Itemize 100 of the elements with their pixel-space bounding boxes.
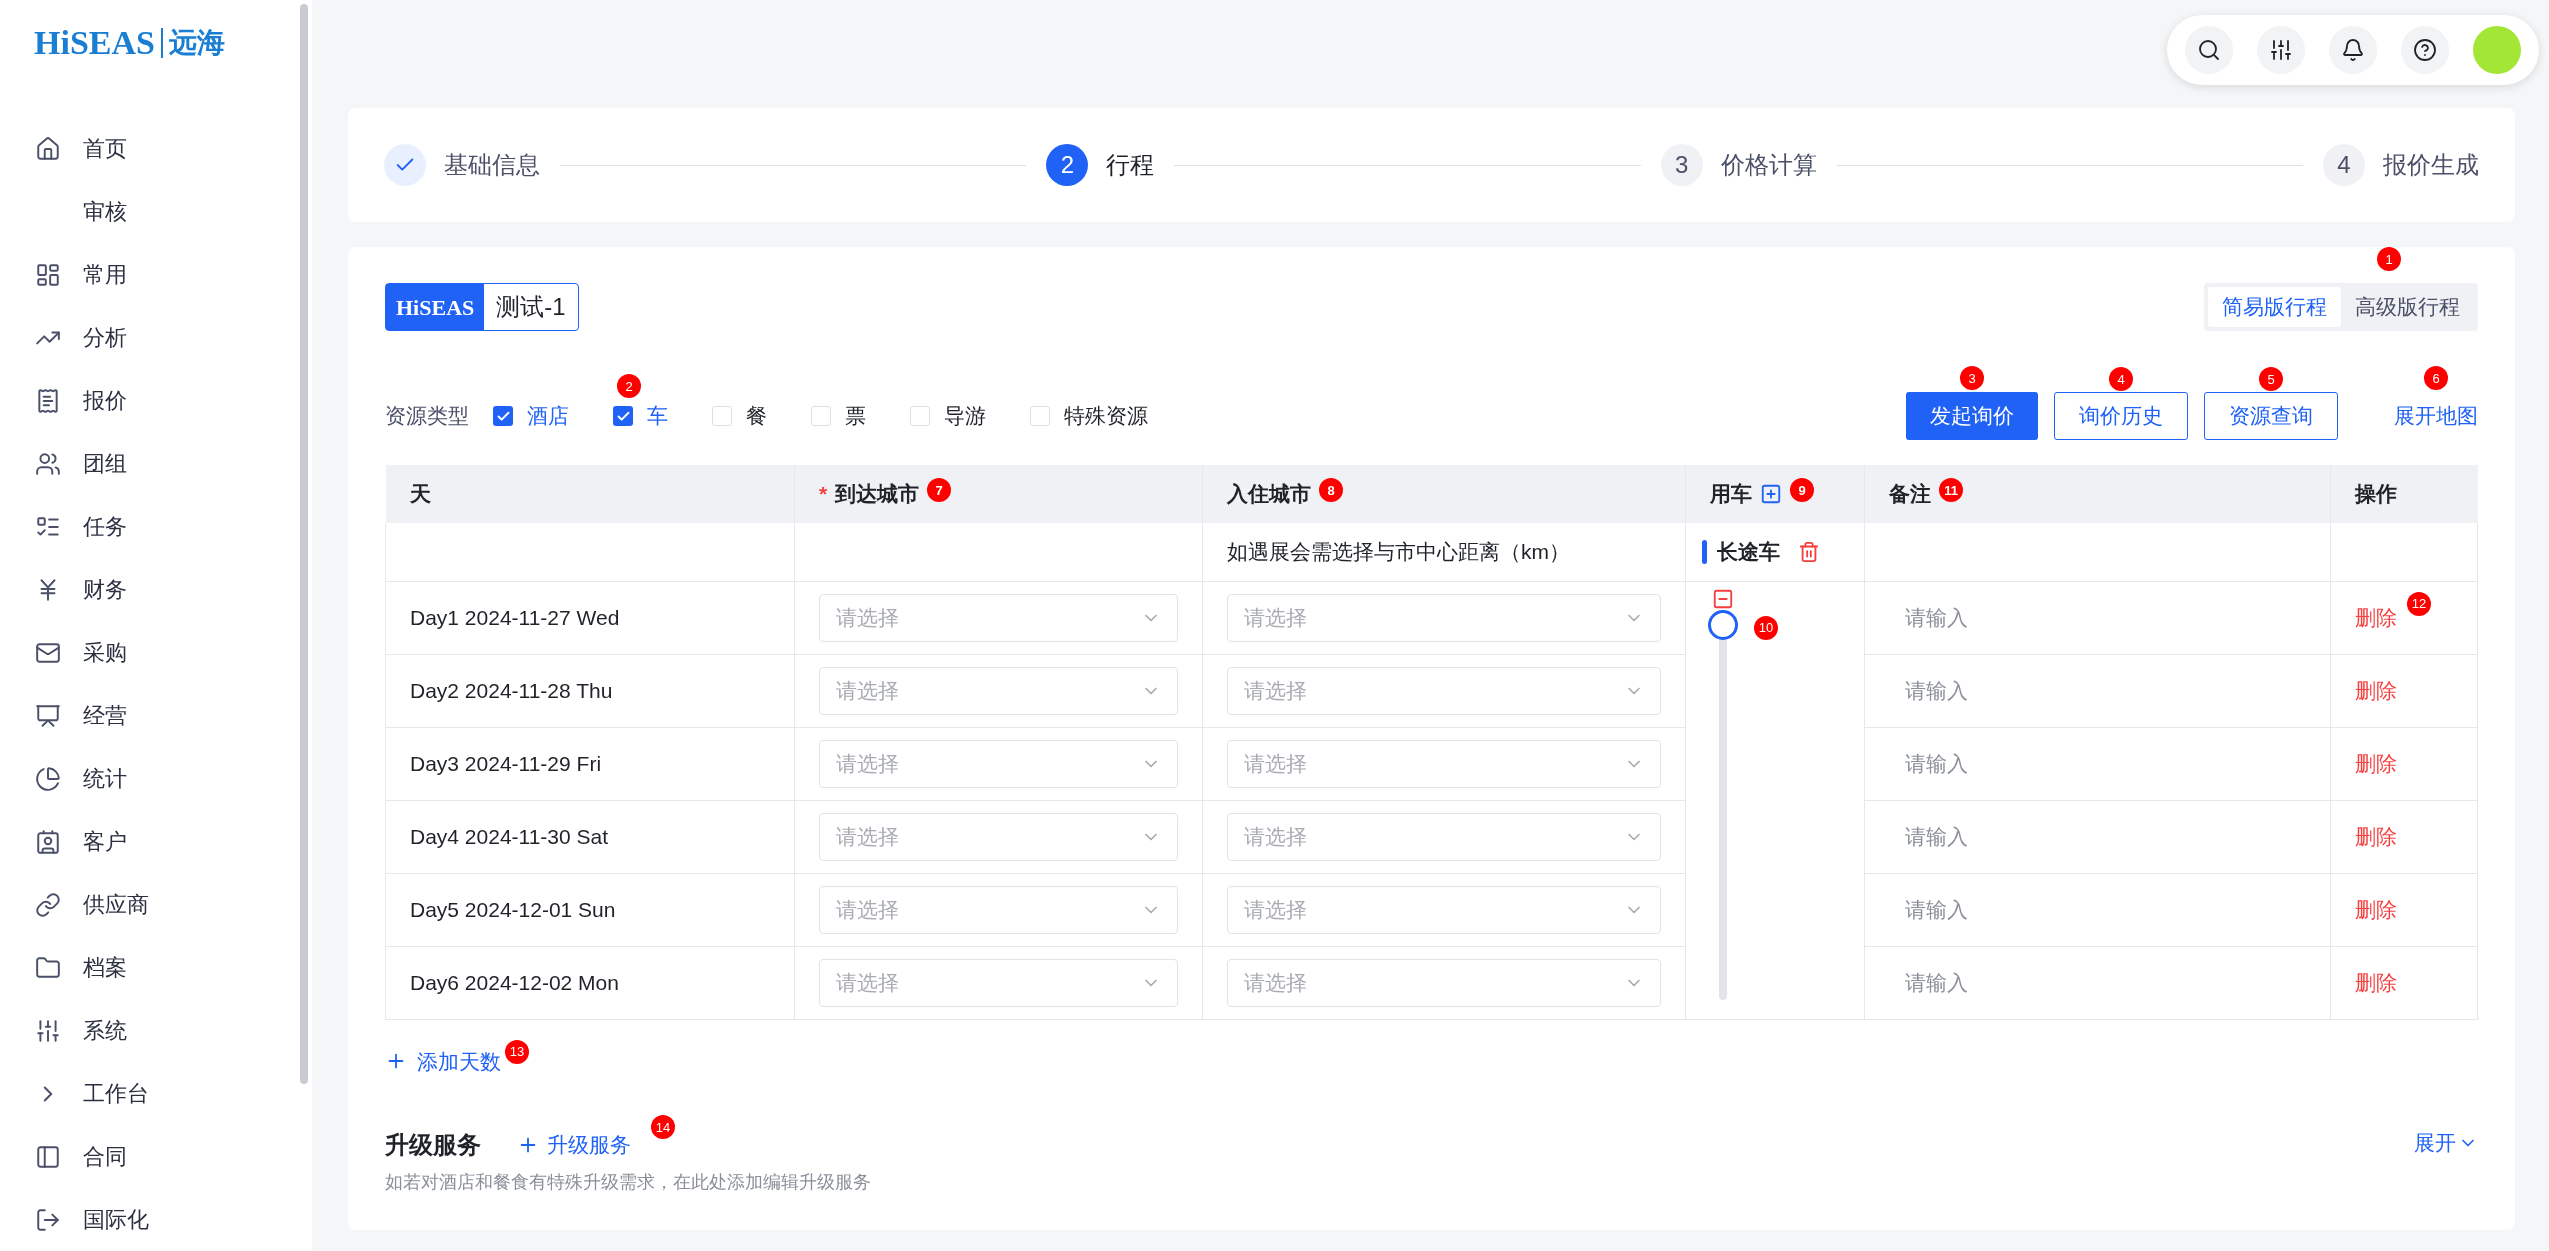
day-cell: Day4 2024-11-30 Sat	[410, 824, 609, 848]
sidebar-item[interactable]: 合同	[0, 1125, 312, 1188]
checkbox[interactable]	[1030, 406, 1050, 426]
resource-checkbox[interactable]: 票	[811, 400, 866, 432]
toolbar-button[interactable]	[2329, 26, 2377, 74]
marker-badge: 3	[1960, 366, 1984, 390]
sidebar-item[interactable]: 团组	[0, 432, 312, 495]
grid-icon	[35, 261, 61, 288]
pie-chart-icon	[35, 765, 61, 792]
step-label: 报价生成	[2383, 150, 2479, 180]
sidebar-item[interactable]: 供应商	[0, 873, 312, 936]
resource-checkbox[interactable]: 特殊资源	[1030, 400, 1148, 432]
sidebar-item[interactable]: 工作台	[0, 1062, 312, 1125]
delete-link[interactable]: 删除	[2355, 674, 2397, 707]
note-input[interactable]: 请输入	[1889, 666, 2306, 715]
day-cell: Day2 2024-11-28 Thu	[410, 678, 613, 702]
toolbar-button[interactable]	[2185, 26, 2233, 74]
delete-link[interactable]: 删除	[2355, 966, 2397, 999]
checkbox[interactable]	[613, 406, 633, 426]
marker-badge: 5	[2259, 367, 2283, 391]
column-header: 备注 11	[1864, 465, 2331, 523]
column-header: 天	[385, 465, 795, 523]
help-icon	[2413, 38, 2437, 62]
step-label: 基础信息	[444, 150, 540, 180]
marker-badge: 9	[1790, 478, 1814, 503]
step-indicator: 3	[1660, 144, 1703, 186]
day-cell: Day6 2024-12-02 Mon	[410, 970, 619, 994]
bell-icon	[2341, 38, 2365, 62]
column-header: 用车 9	[1685, 465, 1865, 523]
toolbar-button[interactable]	[2401, 26, 2449, 74]
note-input[interactable]: 请输入	[1889, 812, 2306, 861]
day-cell: Day1 2024-11-27 Wed	[410, 605, 620, 629]
sidebar-item[interactable]: 报价	[0, 369, 312, 432]
step-label: 价格计算	[1720, 150, 1817, 180]
sidebar-item[interactable]: 采购	[0, 621, 312, 684]
checkbox[interactable]	[811, 406, 831, 426]
checkbox[interactable]	[910, 406, 930, 426]
column-header: 操作	[2330, 465, 2478, 523]
note-input[interactable]: 请输入	[1889, 739, 2306, 788]
sidebar-item[interactable]: 财务	[0, 558, 312, 621]
filter-label: 资源类型	[385, 403, 469, 430]
day-cell: Day5 2024-12-01 Sun	[410, 897, 616, 921]
sidebar-item[interactable]: 统计	[0, 747, 312, 810]
checkbox[interactable]	[493, 406, 513, 426]
delete-link[interactable]: 删除	[2355, 820, 2397, 853]
slider-thumb[interactable]	[1708, 609, 1738, 640]
step[interactable]: 基础信息	[384, 144, 540, 186]
project-name: 测试-1	[495, 292, 567, 322]
toolbar-button[interactable]	[2257, 26, 2305, 74]
sidebar-item[interactable]: 审核	[0, 180, 312, 243]
marker-badge: 4	[2109, 367, 2133, 391]
delete-link[interactable]: 删除	[2355, 601, 2397, 634]
required-mark: *	[819, 481, 828, 508]
sidebar-item[interactable]: 国际化	[0, 1188, 312, 1251]
marker-badge: 11	[1939, 478, 1963, 503]
exit-icon	[35, 1206, 61, 1233]
resource-checkbox[interactable]: 餐	[712, 400, 767, 432]
sidebar-item[interactable]: 档案	[0, 936, 312, 999]
marker-badge: 7	[927, 478, 952, 503]
sidebar-item[interactable]: 客户	[0, 810, 312, 873]
marker-badge: 13	[505, 1039, 529, 1064]
project-logo: HiSEAS	[386, 284, 485, 330]
remove-icon[interactable]	[1712, 587, 1734, 610]
step[interactable]: 2 行程	[1046, 144, 1155, 186]
resource-checkbox[interactable]: 酒店	[493, 400, 569, 432]
vertical-slider[interactable]	[1708, 609, 1738, 1000]
view-tab[interactable]: 简易版行程	[2208, 287, 2341, 327]
day-cell: Day3 2024-11-29 Fri	[410, 751, 602, 775]
step[interactable]: 3 价格计算	[1660, 144, 1817, 186]
sidebar-item[interactable]: 常用	[0, 243, 312, 306]
sidebar-item[interactable]: 首页	[0, 117, 312, 180]
brand-suffix: 远海	[168, 28, 225, 57]
monitor-chart-icon	[35, 702, 61, 729]
column-header: * 到达城市 7	[794, 465, 1203, 523]
checkbox[interactable]	[712, 406, 732, 426]
delete-link[interactable]: 删除	[2355, 893, 2397, 926]
note-input[interactable]: 请输入	[1889, 593, 2306, 642]
step-indicator: 4	[2323, 144, 2365, 186]
note-input[interactable]: 请输入	[1889, 885, 2306, 934]
delete-link[interactable]: 删除	[2355, 747, 2397, 780]
marker-badge: 10	[1754, 615, 1778, 640]
brand-logo: HiSEAS	[34, 25, 155, 60]
sidebar-item[interactable]: 任务	[0, 495, 312, 558]
accent-bar	[1702, 539, 1707, 564]
resource-checkbox[interactable]: 导游	[910, 400, 986, 432]
marker-badge: 14	[651, 1115, 675, 1140]
step[interactable]: 4 报价生成	[2323, 144, 2479, 186]
contact-card-icon	[35, 828, 61, 855]
sidebar-item[interactable]: 经营	[0, 684, 312, 747]
group-icon	[35, 450, 61, 477]
expand-link[interactable]: 展开	[2414, 1127, 2478, 1159]
search-icon	[2197, 38, 2221, 62]
add-vehicle-icon[interactable]	[1760, 483, 1782, 505]
sidebar-item[interactable]: 系统	[0, 999, 312, 1062]
trash-icon[interactable]	[1798, 540, 1820, 563]
marker-badge: 6	[2424, 366, 2448, 390]
sidebar-item[interactable]: 分析	[0, 306, 312, 369]
column-header: 入住城市 8	[1202, 465, 1686, 523]
marker-badge: 1	[2377, 247, 2401, 271]
note-input[interactable]: 请输入	[1889, 958, 2306, 1007]
